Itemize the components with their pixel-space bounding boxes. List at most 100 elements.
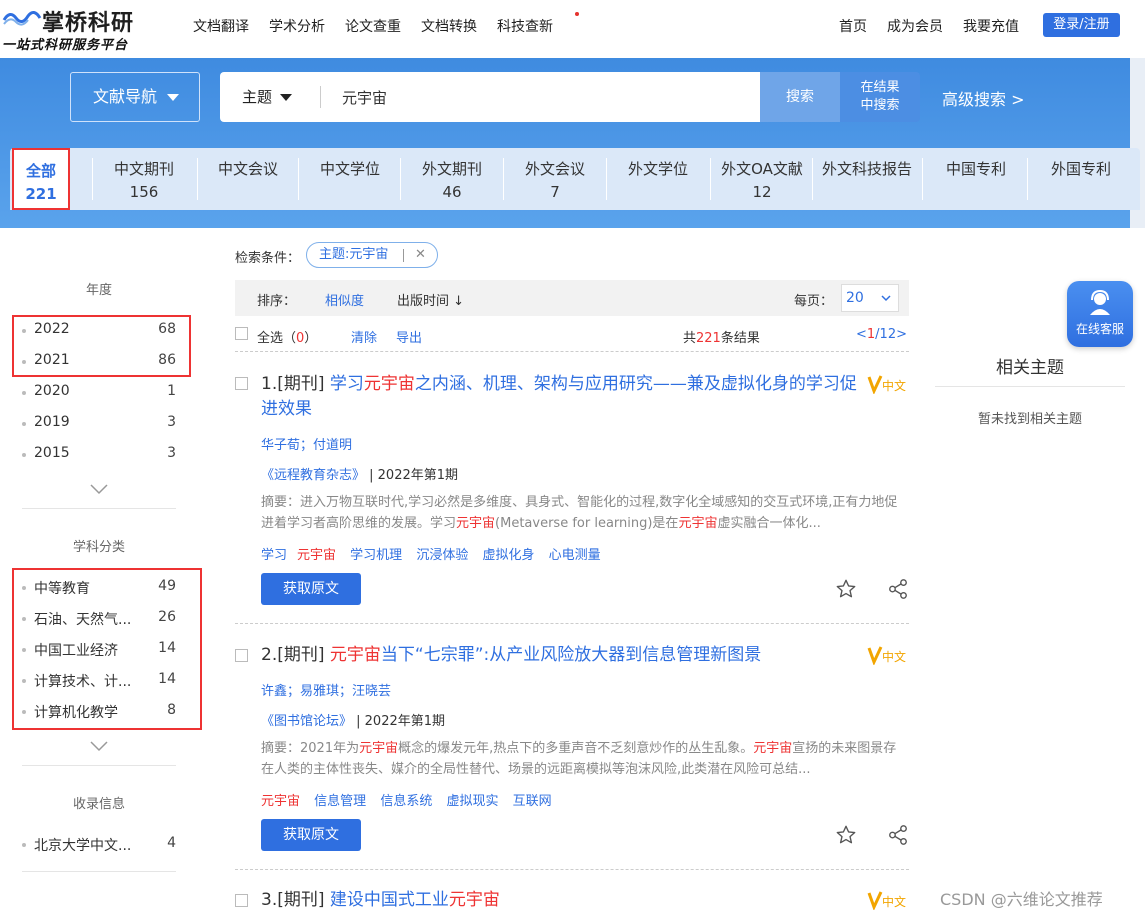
keyword-highlight[interactable]: 元宇宙 (261, 794, 300, 809)
tab-all[interactable]: 全部 221 (12, 148, 70, 210)
facet-subject-item[interactable]: 计算机化教学 8 (22, 702, 176, 722)
keyword-link[interactable]: 沉浸体验 (416, 548, 468, 563)
abs-highlight: 元宇宙 (456, 516, 496, 531)
keyword-link[interactable]: 学习 元宇宙 (261, 548, 336, 563)
search-field-select[interactable]: 主题 (242, 72, 293, 122)
pager-prev[interactable]: < (856, 327, 867, 342)
result-title[interactable]: 2.[期刊] 元宇宙当下“七宗罪”:从产业风险放大器到信息管理新图景 (261, 643, 861, 668)
share-icon[interactable] (887, 578, 909, 600)
tab-cn-degree[interactable]: 中文学位 (300, 148, 400, 210)
facet-index-item[interactable]: 北京大学中文... 4 (22, 835, 176, 855)
result-checkbox[interactable] (235, 377, 248, 390)
tab-foreign-conference[interactable]: 外文会议 7 (505, 148, 605, 210)
facet-subject-item[interactable]: 石油、天然气... 26 (22, 609, 176, 629)
facet-year-item[interactable]: 2021 86 (22, 352, 176, 372)
pager[interactable]: <1/12> (856, 327, 907, 342)
tab-foreign-journal[interactable]: 外文期刊 46 (402, 148, 502, 210)
nav-home[interactable]: 首页 (839, 16, 867, 36)
result-authors[interactable]: 华子荀；付道明 (261, 434, 352, 453)
journal-link[interactable]: 《远程教育杂志》 (261, 468, 365, 483)
pager-rest[interactable]: /12> (875, 327, 907, 342)
keyword-link[interactable]: 互联网 (513, 794, 552, 809)
result-title[interactable]: 1.[期刊] 学习元宇宙之内涵、机理、架构与应用研究——兼及虚拟化身的学习促进效… (261, 372, 861, 422)
expand-chevron-icon[interactable] (90, 483, 108, 495)
keyword-link[interactable]: 心电测量 (549, 548, 601, 563)
facet-subject-item[interactable]: 中等教育 49 (22, 578, 176, 598)
tab-cn-conference[interactable]: 中文会议 (198, 148, 298, 210)
keyword-link[interactable]: 学习机理 (350, 548, 402, 563)
sort-publish-time[interactable]: 出版时间 ↓ (397, 290, 464, 309)
site-logo[interactable]: 掌桥科研 一站式科研服务平台 (0, 2, 160, 54)
nav-doc-translate[interactable]: 文档翻译 (193, 16, 249, 36)
clear-link[interactable]: 清除 (351, 327, 377, 346)
nav-novelty-search[interactable]: 科技查新 (497, 12, 579, 36)
bullet-icon (22, 453, 26, 457)
logo-wave-icon (2, 11, 42, 26)
facet-year-item[interactable]: 2019 3 (22, 414, 176, 434)
result-checkbox[interactable] (235, 894, 248, 907)
title-highlight: 元宇宙 (448, 890, 500, 910)
select-all-checkbox[interactable] (235, 327, 248, 340)
nav-recharge[interactable]: 我要充值 (963, 16, 1019, 36)
keyword-link[interactable]: 虚拟现实 (446, 794, 498, 809)
result-abstract: 摘要：进入万物互联时代,学习必然是多维度、具身式、智能化的过程,数字化全域感知的… (261, 492, 909, 534)
export-link[interactable]: 导出 (396, 327, 422, 346)
result-authors[interactable]: 许鑫；易雅琪；汪晓芸 (261, 680, 391, 699)
nav-become-member[interactable]: 成为会员 (887, 16, 943, 36)
get-fulltext-button[interactable]: 获取原文 (261, 573, 361, 605)
tab-label: 中文学位 (319, 160, 380, 178)
sort-relevance[interactable]: 相似度 (325, 290, 364, 309)
result-title[interactable]: 3.[期刊] 建设中国式工业元宇宙 (261, 888, 861, 913)
criteria-tag-label: 主题:元宇宙 (319, 247, 389, 262)
search-button[interactable]: 搜索 (760, 72, 840, 122)
tab-foreign-degree[interactable]: 外文学位 (608, 148, 708, 210)
nav-academic-analysis[interactable]: 学术分析 (269, 16, 325, 36)
badge-label: 中文 (882, 378, 906, 393)
facet-label: 计算机化教学 (34, 705, 118, 721)
get-fulltext-button[interactable]: 获取原文 (261, 819, 361, 851)
share-icon[interactable] (887, 824, 909, 846)
search-box: 主题 (220, 72, 760, 122)
keyword-link[interactable]: 信息系统 (380, 794, 432, 809)
close-icon[interactable]: ✕ (415, 243, 426, 267)
star-icon[interactable] (835, 824, 857, 846)
bullet-icon (22, 679, 26, 683)
tab-label: 中文会议 (217, 160, 278, 178)
search-input[interactable] (342, 82, 742, 112)
keyword-link[interactable]: 虚拟化身 (482, 548, 534, 563)
facet-count: 3 (167, 414, 176, 430)
facet-year-item[interactable]: 2022 68 (22, 321, 176, 341)
per-page-value: 20 (846, 290, 864, 306)
tab-foreign-patent[interactable]: 外国专利 (1029, 148, 1133, 210)
journal-link[interactable]: 《图书馆论坛》 (261, 714, 352, 729)
year-facet-title: 年度 (85, 283, 112, 298)
nav-plagiarism-check[interactable]: 论文查重 (345, 16, 401, 36)
criteria-tag: 主题:元宇宙 ✕ (306, 242, 438, 268)
tab-foreign-oa[interactable]: 外文OA文献 12 (712, 148, 812, 210)
nav-novelty-search-label: 科技查新 (497, 19, 553, 35)
result-checkbox[interactable] (235, 649, 248, 662)
star-icon[interactable] (835, 578, 857, 600)
login-register-button[interactable]: 登录/注册 (1043, 13, 1120, 37)
doc-nav-dropdown[interactable]: 文献导航 (70, 72, 200, 122)
search-in-results-button[interactable]: 在结果 中搜索 (840, 72, 920, 122)
keyword-link[interactable]: 信息管理 (314, 794, 366, 809)
title-part: 学习 (329, 374, 364, 394)
facet-subject-item[interactable]: 中国工业经济 14 (22, 640, 176, 660)
per-page-select[interactable]: 20 (841, 284, 899, 312)
online-service-button[interactable]: 在线客服 (1067, 281, 1133, 347)
tab-label: 外文科技报告 (821, 160, 912, 178)
tab-cn-patent[interactable]: 中国专利 (924, 148, 1028, 210)
main-nav: 文档翻译 学术分析 论文查重 文档转换 科技查新 (193, 12, 593, 36)
facet-subject-item[interactable]: 计算技术、计... 14 (22, 671, 176, 691)
expand-chevron-icon[interactable] (90, 740, 108, 752)
tab-cn-journal[interactable]: 中文期刊 156 (94, 148, 194, 210)
facet-year-item[interactable]: 2020 1 (22, 383, 176, 403)
facet-year-item[interactable]: 2015 3 (22, 445, 176, 465)
advanced-search-link[interactable]: 高级搜索 > (942, 86, 1025, 110)
logo-subtitle: 一站式科研服务平台 (2, 38, 129, 53)
nav-doc-convert[interactable]: 文档转换 (421, 16, 477, 36)
sidebar-divider (22, 508, 176, 509)
tab-label: 全部 (25, 162, 56, 180)
tab-foreign-report[interactable]: 外文科技报告 (814, 148, 920, 210)
